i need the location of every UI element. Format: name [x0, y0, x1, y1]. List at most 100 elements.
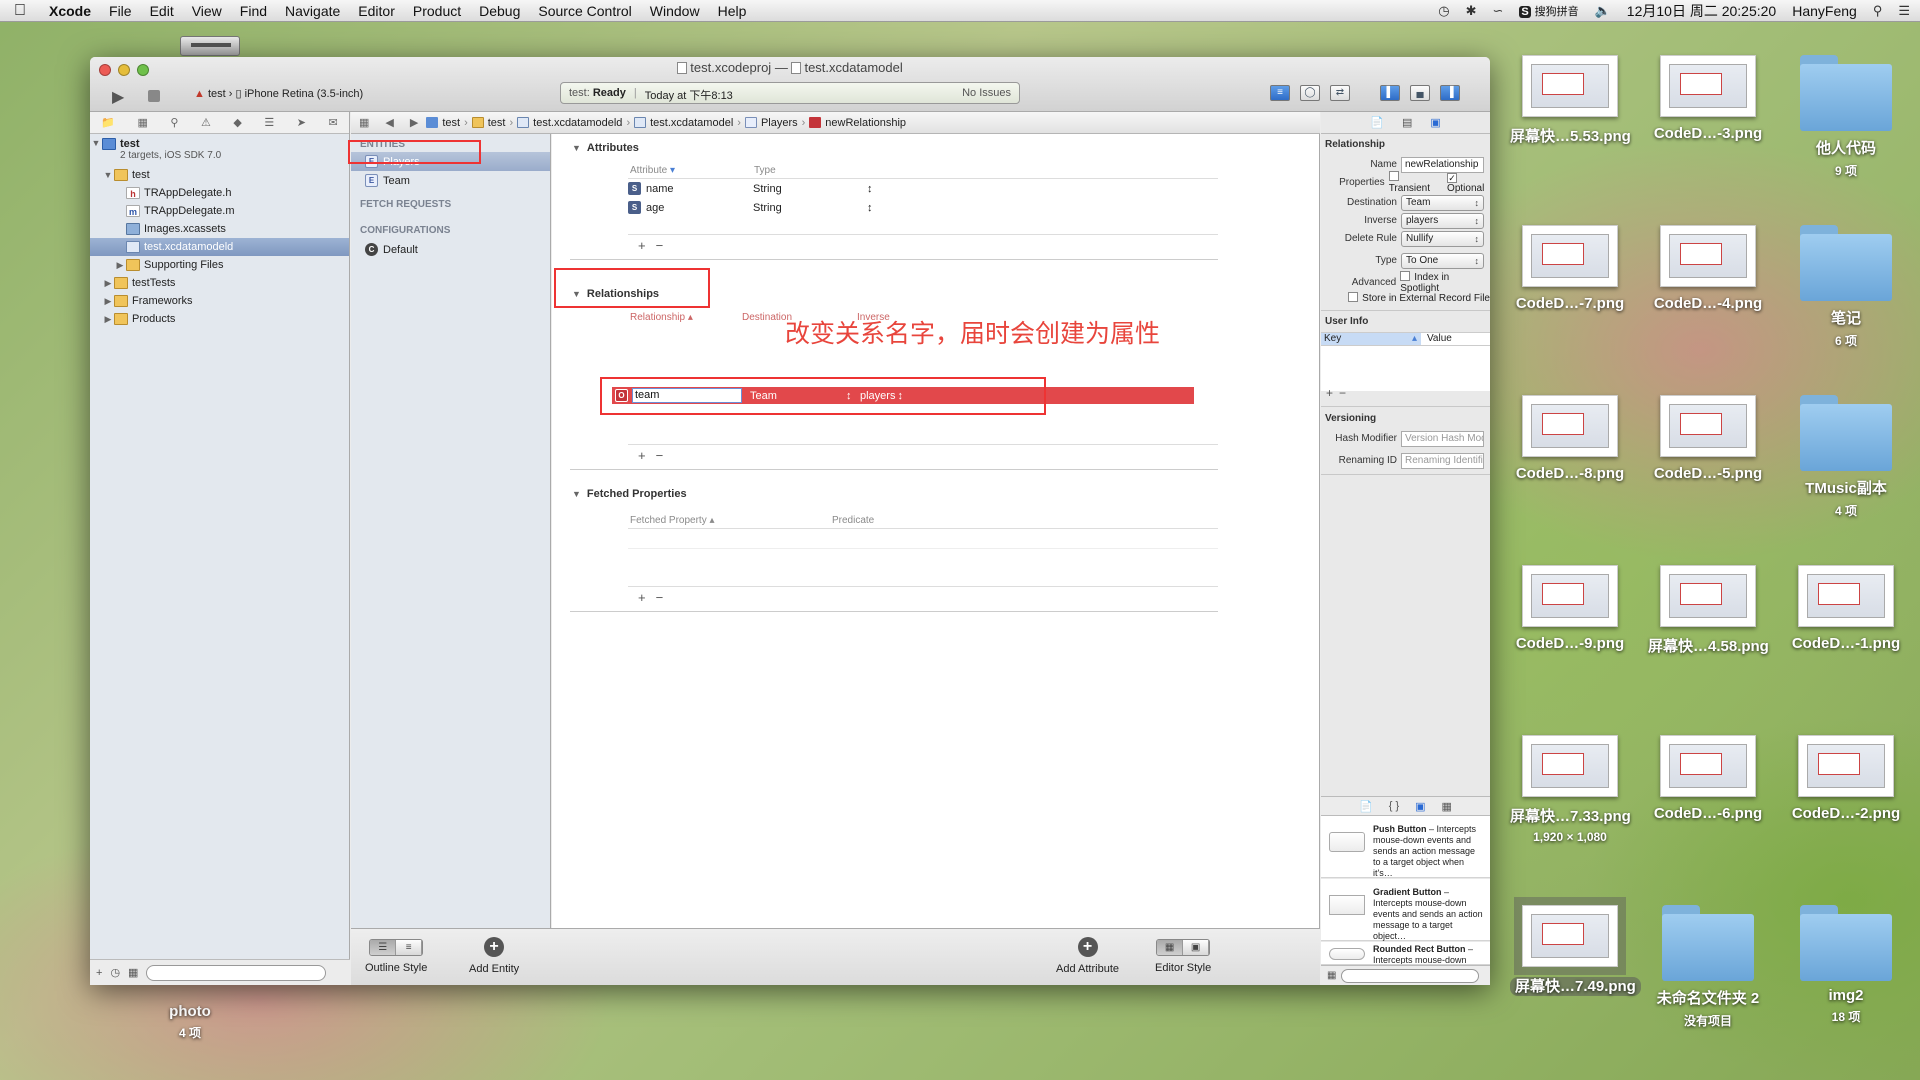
file-inspector-icon[interactable]: 📄 — [1370, 116, 1384, 129]
tree-item-file[interactable]: m TRAppDelegate.m — [90, 202, 349, 220]
popup-arrows-icon[interactable]: ↕ — [867, 183, 873, 195]
breadcrumb-item[interactable]: newRelationship — [825, 117, 906, 129]
transient-checkbox[interactable]: Transient — [1388, 171, 1435, 194]
hash-modifier-field[interactable]: Version Hash Modifier — [1401, 430, 1484, 447]
time-machine-icon[interactable]: ◷ — [1438, 3, 1449, 19]
data-model-inspector-icon[interactable]: ▣ — [1430, 116, 1440, 129]
library-filter-input[interactable] — [1341, 968, 1480, 983]
symbol-navigator-icon[interactable]: ▦ — [137, 116, 147, 129]
quick-help-icon[interactable]: ▤ — [1402, 116, 1412, 129]
desktop-item[interactable]: CodeD…-3.png — [1648, 55, 1768, 142]
forward-icon[interactable]: ▶ — [402, 116, 426, 129]
source-control-filter-icon[interactable]: ▦ — [128, 966, 138, 979]
entity-item-team[interactable]: E Team — [351, 171, 550, 190]
menu-file[interactable]: File — [100, 3, 141, 19]
library-item-push-button[interactable]: Push Button – Intercepts mouse-down even… — [1321, 816, 1490, 878]
desktop-item[interactable]: img2 18 项 — [1786, 905, 1906, 1025]
disk-drive-icon[interactable] — [180, 36, 240, 56]
desktop-item[interactable]: CodeD…-9.png — [1510, 565, 1630, 652]
column-header-attribute[interactable]: Attribute ▾ — [630, 165, 675, 176]
input-method[interactable]: S 搜狗拼音 — [1519, 2, 1579, 19]
desktop-item[interactable]: 屏幕快…4.58.png — [1648, 565, 1769, 656]
stop-button[interactable] — [148, 90, 160, 102]
key-column-header[interactable]: Key ▴ — [1321, 333, 1421, 345]
tree-item-file[interactable]: Images.xcassets — [90, 220, 349, 238]
test-navigator-icon[interactable]: ◆ — [233, 116, 241, 129]
volume-icon[interactable]: 🔈 — [1595, 3, 1611, 19]
spotlight-icon[interactable]: ⚲ — [1873, 3, 1883, 19]
add-attribute-button[interactable]: + Add Attribute — [1056, 937, 1119, 975]
attribute-row[interactable]: S name String ↕ — [628, 180, 1218, 197]
store-external-checkbox[interactable]: Store in External Record File — [1348, 291, 1490, 304]
tree-item-group[interactable]: ▶ Products — [90, 310, 349, 328]
add-remove-user-info[interactable]: +− — [1326, 386, 1352, 400]
desktop-item[interactable]: 屏幕快…5.53.png — [1510, 55, 1631, 146]
toggle-debug-area-icon[interactable]: ▄ — [1410, 85, 1430, 101]
code-snippet-library-icon[interactable]: { } — [1389, 800, 1399, 812]
add-remove-relationship[interactable]: +− — [638, 448, 673, 463]
desktop-item[interactable]: CodeD…-4.png — [1648, 225, 1768, 312]
delete-rule-popup[interactable]: Nullify — [1401, 230, 1484, 247]
tree-item-group-test[interactable]: ▼ test — [90, 166, 349, 184]
disclosure-open-icon[interactable]: ▼ — [102, 170, 114, 180]
add-remove-attribute[interactable]: +− — [638, 238, 673, 253]
graph-style-icon[interactable]: ▣ — [1183, 940, 1210, 955]
desktop-item[interactable]: CodeD…-8.png — [1510, 395, 1630, 482]
menu-help[interactable]: Help — [709, 3, 756, 19]
optional-checkbox[interactable]: ✓Optional — [1447, 172, 1490, 194]
column-header-predicate[interactable]: Predicate — [832, 515, 874, 526]
menu-xcode[interactable]: Xcode — [40, 3, 100, 19]
desktop-item[interactable]: CodeD…-2.png — [1786, 735, 1906, 822]
file-template-library-icon[interactable]: 📄 — [1359, 800, 1373, 813]
menu-product[interactable]: Product — [404, 3, 470, 19]
project-navigator-icon[interactable]: 📁 — [101, 116, 115, 129]
attribute-name[interactable]: name — [646, 183, 753, 195]
attribute-type[interactable]: String — [753, 202, 867, 214]
breadcrumb-item[interactable]: test.xcdatamodel — [650, 117, 733, 129]
column-header-type[interactable]: Type — [754, 165, 776, 176]
tree-item-group[interactable]: ▶ Supporting Files — [90, 256, 349, 274]
library-item-rounded-rect-button[interactable]: Rounded Rect Button – Intercepts mouse-d… — [1321, 942, 1490, 965]
log-navigator-icon[interactable]: ✉ — [328, 116, 337, 129]
desktop-item[interactable]: TMusic副本 4 项 — [1786, 395, 1906, 519]
disclosure-closed-icon[interactable]: ▶ — [102, 314, 114, 325]
issue-navigator-icon[interactable]: ⚠ — [201, 116, 211, 129]
debug-navigator-icon[interactable]: ☰ — [264, 116, 274, 129]
standard-editor-icon[interactable]: ≡ — [1270, 85, 1290, 101]
toggle-navigator-icon[interactable]: ▌ — [1380, 85, 1400, 101]
notification-center-icon[interactable]: ☰ — [1898, 3, 1910, 19]
desktop-item[interactable]: CodeD…-5.png — [1648, 395, 1768, 482]
disclosure-open-icon[interactable]: ▼ — [572, 143, 581, 153]
menu-view[interactable]: View — [183, 3, 231, 19]
breakpoint-navigator-icon[interactable]: ➤ — [297, 116, 306, 129]
back-icon[interactable]: ◀ — [377, 116, 401, 129]
bluetooth-icon[interactable]: ✱ — [1466, 3, 1477, 19]
column-header-relationship[interactable]: Relationship ▴ — [630, 312, 693, 323]
editor-style-control[interactable]: ▦ ▣ Editor Style — [1155, 939, 1211, 974]
toggle-utilities-icon[interactable]: ▐ — [1440, 85, 1460, 101]
menu-edit[interactable]: Edit — [141, 3, 183, 19]
desktop-item[interactable]: CodeD…-7.png — [1510, 225, 1630, 312]
breadcrumb-item[interactable]: test — [488, 117, 506, 129]
desktop-item[interactable]: 屏幕快…7.49.png — [1510, 905, 1641, 996]
menu-find[interactable]: Find — [231, 3, 276, 19]
breadcrumb-item[interactable]: Players — [761, 117, 798, 129]
find-navigator-icon[interactable]: ⚲ — [170, 116, 178, 129]
configuration-item-default[interactable]: C Default — [351, 240, 550, 259]
desktop-item[interactable]: CodeD…-6.png — [1648, 735, 1768, 822]
library-item-gradient-button[interactable]: Gradient Button – Intercepts mouse-down … — [1321, 879, 1490, 941]
menu-debug[interactable]: Debug — [470, 3, 529, 19]
menu-window[interactable]: Window — [641, 3, 709, 19]
menu-source-control[interactable]: Source Control — [529, 3, 640, 19]
popup-arrows-icon[interactable]: ↕ — [867, 202, 873, 214]
tree-item-group[interactable]: ▶ Frameworks — [90, 292, 349, 310]
disclosure-closed-icon[interactable]: ▶ — [102, 296, 114, 307]
attribute-row[interactable]: S age String ↕ — [628, 199, 1218, 216]
apple-menu-icon[interactable]:  — [0, 2, 40, 20]
desktop-item[interactable]: CodeD…-1.png — [1786, 565, 1906, 652]
scheme-selector[interactable]: ▲ test › ▯ iPhone Retina (3.5-inch) — [194, 87, 363, 100]
disclosure-open-icon[interactable]: ▼ — [90, 138, 102, 148]
desktop-item[interactable]: 笔记 6 项 — [1786, 225, 1906, 349]
outline-hierarchy-icon[interactable]: ≡ — [396, 940, 423, 955]
media-library-icon[interactable]: ▦ — [1442, 800, 1452, 813]
